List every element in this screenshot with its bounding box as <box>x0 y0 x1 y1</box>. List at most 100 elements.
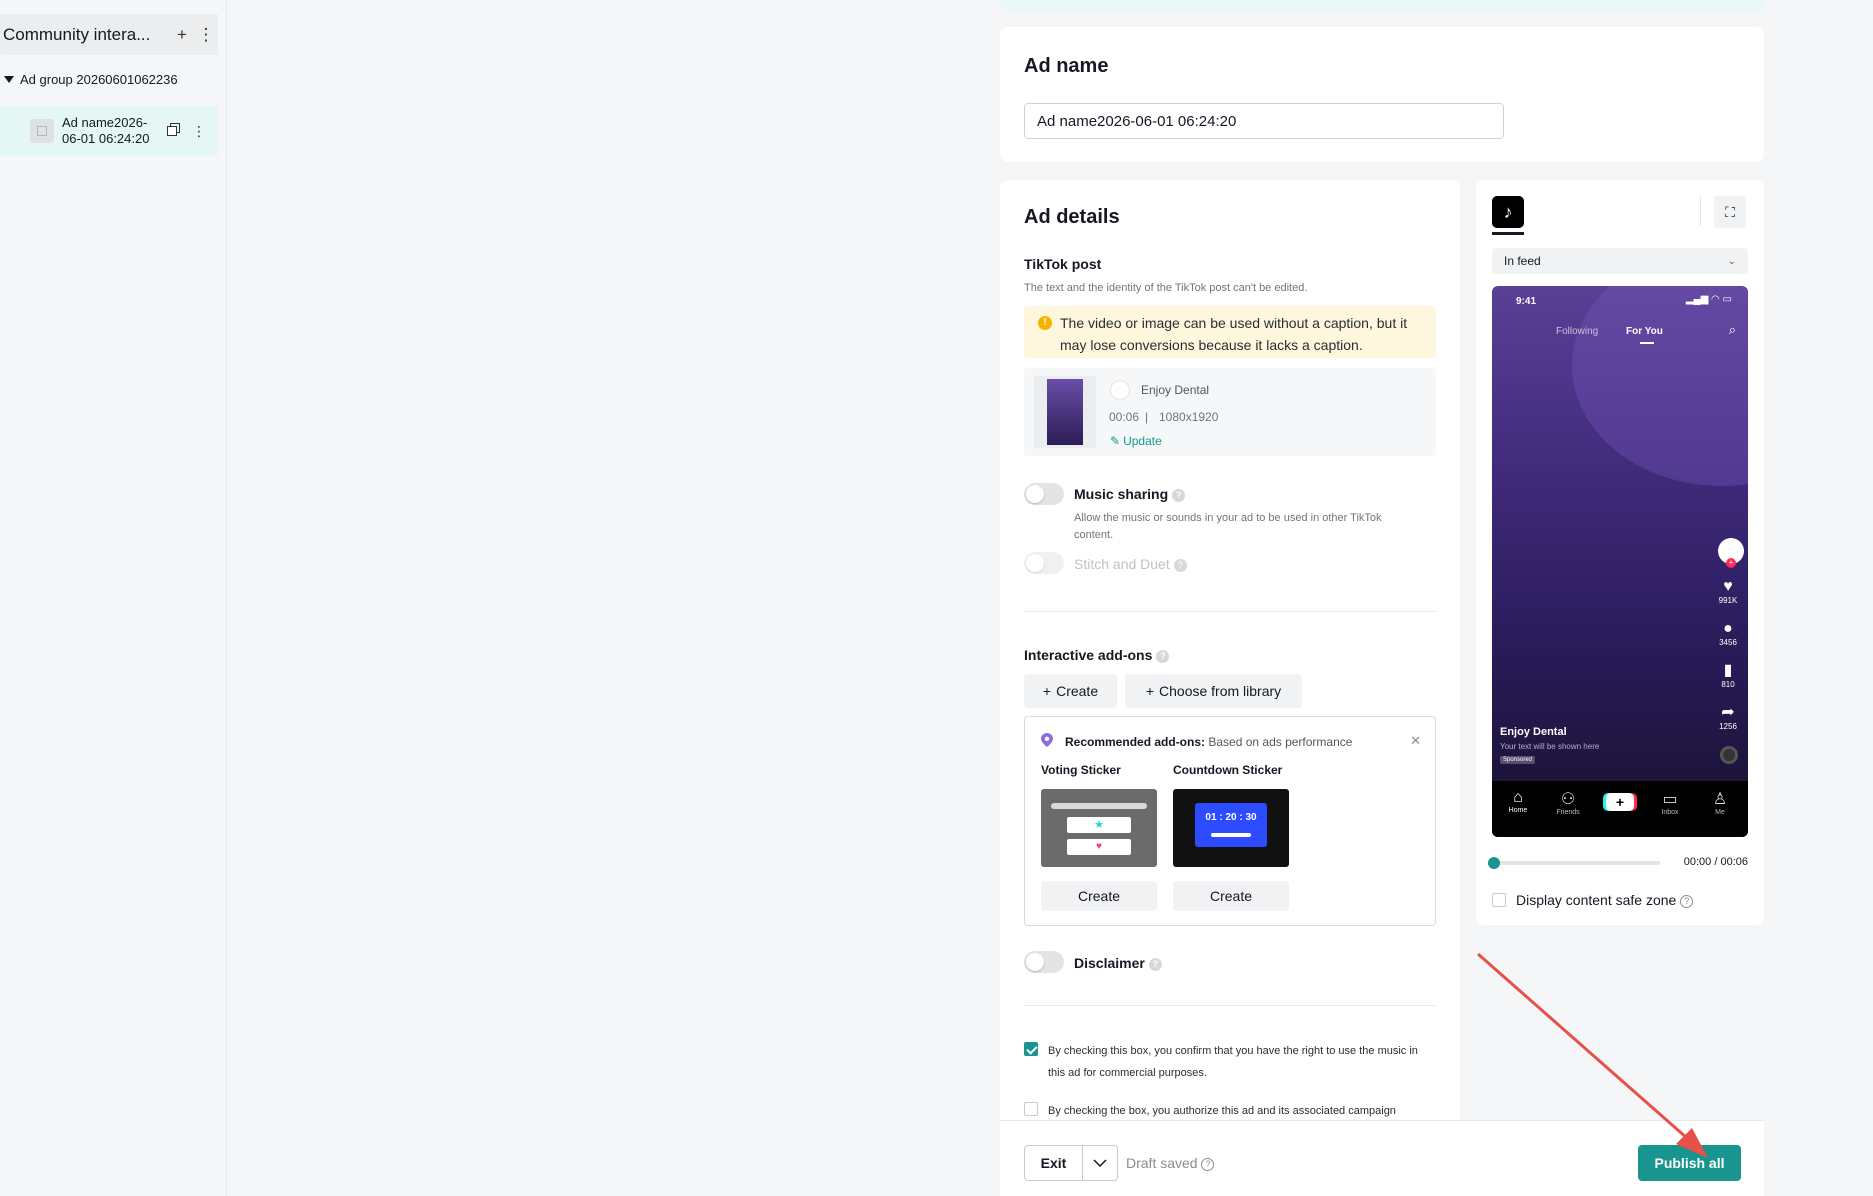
update-link[interactable]: ✎ Update <box>1110 434 1162 448</box>
help-icon[interactable]: ? <box>1173 558 1187 572</box>
addons-title: Interactive add-ons <box>1024 647 1153 663</box>
placement-select[interactable]: In feed ⌄ <box>1492 248 1748 274</box>
status-icons: ▂▄▆ ◠ ▭ <box>1685 294 1732 305</box>
preview-card: ♪ ⛶ In feed ⌄ 9:41 ▂▄▆ ◠ ▭ Following For… <box>1476 180 1764 925</box>
caret-down-icon[interactable] <box>4 76 14 83</box>
video-progress-handle[interactable] <box>1488 857 1500 869</box>
disclaimer-toggle[interactable] <box>1024 951 1064 973</box>
stitch-duet-label: Stitch and Duet <box>1074 556 1170 572</box>
create-addon-button[interactable]: + Create <box>1024 674 1117 708</box>
background-shape <box>1572 286 1748 486</box>
location-pin-icon <box>1041 733 1053 747</box>
choose-library-button[interactable]: + Choose from library <box>1125 674 1302 708</box>
music-sharing-row: Music sharing? <box>1074 486 1186 502</box>
tab-for-you: For You <box>1626 326 1663 337</box>
more-icon[interactable]: ⋮ <box>194 25 218 45</box>
ad-thumbnail <box>30 119 54 143</box>
annotation-arrow-icon <box>1477 952 1708 1158</box>
comment-stat: ● 3456 <box>1716 620 1740 647</box>
exit-dropdown-button[interactable] <box>1083 1146 1117 1180</box>
nav-friends-label: Friends <box>1556 809 1580 816</box>
addons-row: Interactive add-ons? <box>1024 647 1170 663</box>
create-addon-label: Create <box>1056 683 1099 699</box>
friends-icon: ⚇ <box>1560 791 1576 808</box>
campaign-title: Community intera... <box>3 24 151 44</box>
help-icon[interactable]: ? <box>1156 649 1170 663</box>
meta-separator: | <box>1145 410 1149 424</box>
search-icon: ⌕ <box>1728 322 1736 337</box>
ad-item[interactable]: Ad name2026-06-01 06:24:20 ⋮ <box>0 106 218 156</box>
share-stat: ➦ 1256 <box>1716 704 1740 731</box>
warning-icon: ! <box>1038 316 1052 330</box>
tiktok-logo-icon[interactable]: ♪ <box>1492 196 1524 228</box>
more-icon[interactable]: ⋮ <box>186 123 212 140</box>
disclaimer-row: Disclaimer? <box>1074 955 1162 971</box>
caption-warning: ! The video or image can be used without… <box>1024 306 1436 358</box>
close-icon[interactable]: ✕ <box>1410 733 1421 749</box>
ad-details-title: Ad details <box>1024 206 1120 228</box>
music-sharing-label: Music sharing <box>1074 486 1169 502</box>
help-icon[interactable]: ? <box>1172 488 1186 502</box>
post-duration: 00:06 <box>1109 410 1140 424</box>
nav-me-label: Me <box>1715 809 1725 816</box>
warning-text: The video or image can be used without a… <box>1060 315 1408 353</box>
update-label: Update <box>1123 434 1162 448</box>
share-icon: ➦ <box>1721 704 1735 721</box>
stitch-duet-row: Stitch and Duet? <box>1074 556 1187 572</box>
music-sharing-toggle[interactable] <box>1024 483 1064 505</box>
help-icon[interactable]: ? <box>1680 894 1694 908</box>
music-sharing-description: Allow the music or sounds in your ad to … <box>1074 512 1382 541</box>
music-rights-checkbox[interactable] <box>1024 1042 1038 1056</box>
add-icon[interactable]: + <box>170 25 194 45</box>
tiktok-post-subtitle: The text and the identity of the TikTok … <box>1024 282 1308 294</box>
heart-icon: ♥ <box>1723 578 1733 595</box>
ad-item-label: Ad name2026-06-01 06:24:20 <box>62 115 150 146</box>
music-disc-icon <box>1720 746 1738 764</box>
ad-group-item[interactable]: Ad group 20260601062236 <box>4 72 178 87</box>
countdown-create-button[interactable]: Create <box>1173 881 1289 911</box>
help-icon[interactable]: ? <box>1201 1157 1215 1171</box>
ad-name-input[interactable]: Ad name2026-06-01 06:24:20 <box>1024 103 1504 139</box>
post-thumbnail <box>1034 376 1096 448</box>
account-avatar <box>1110 380 1130 400</box>
voting-create-button[interactable]: Create <box>1041 881 1157 911</box>
post-card: Enjoy Dental 00:06 | 1080x1920 ✎ Update <box>1024 368 1436 456</box>
countdown-sticker-title: Countdown Sticker <box>1173 763 1283 777</box>
plus-icon: + <box>1145 683 1155 699</box>
draft-status-text: Draft saved <box>1126 1155 1198 1171</box>
authorize-checkbox[interactable] <box>1024 1102 1038 1116</box>
campaign-item[interactable]: Community intera... + ⋮ <box>0 14 218 55</box>
nav-me: ♙ Me <box>1700 789 1740 816</box>
nav-home: ⌂ Home <box>1498 789 1538 814</box>
shares-count: 1256 <box>1719 722 1737 731</box>
video-progress-track[interactable] <box>1492 861 1660 865</box>
countdown-sticker-image: 01 : 20 : 30 <box>1173 789 1289 867</box>
stitch-duet-toggle[interactable] <box>1024 552 1064 574</box>
nav-friends: ⚇ Friends <box>1548 789 1588 816</box>
like-stat: ♥ 991K <box>1716 578 1740 605</box>
sponsored-badge: Sponsored <box>1500 756 1536 764</box>
nav-inbox: ▭ Inbox <box>1650 789 1690 816</box>
nav-inbox-label: Inbox <box>1661 809 1679 816</box>
preview-account: Enjoy Dental <box>1500 726 1567 738</box>
inbox-icon: ▭ <box>1662 791 1678 808</box>
active-tab-indicator <box>1492 232 1524 235</box>
safe-zone-checkbox[interactable] <box>1492 893 1506 907</box>
draft-status: Draft saved ? <box>1126 1155 1215 1171</box>
fullscreen-icon[interactable]: ⛶ <box>1714 196 1746 228</box>
choose-library-label: Choose from library <box>1159 683 1282 699</box>
tab-following: Following <box>1556 326 1599 337</box>
phone-preview: 9:41 ▂▄▆ ◠ ▭ Following For You ⌕ + ♥ 991K… <box>1492 286 1748 837</box>
profile-icon: ♙ <box>1712 791 1728 808</box>
follow-plus-icon: + <box>1726 558 1736 568</box>
help-icon[interactable]: ? <box>1148 957 1162 971</box>
exit-button[interactable]: Exit <box>1025 1146 1083 1180</box>
divider <box>1024 1005 1436 1006</box>
recommended-addons-box: Recommended add-ons: Based on ads perfor… <box>1024 716 1436 926</box>
nav-home-label: Home <box>1508 807 1528 814</box>
ad-group-label: Ad group 20260601062236 <box>20 72 178 87</box>
exit-split-button: Exit <box>1024 1145 1118 1181</box>
duplicate-icon[interactable] <box>160 123 186 139</box>
comments-count: 3456 <box>1719 638 1737 647</box>
divider <box>1700 196 1701 226</box>
